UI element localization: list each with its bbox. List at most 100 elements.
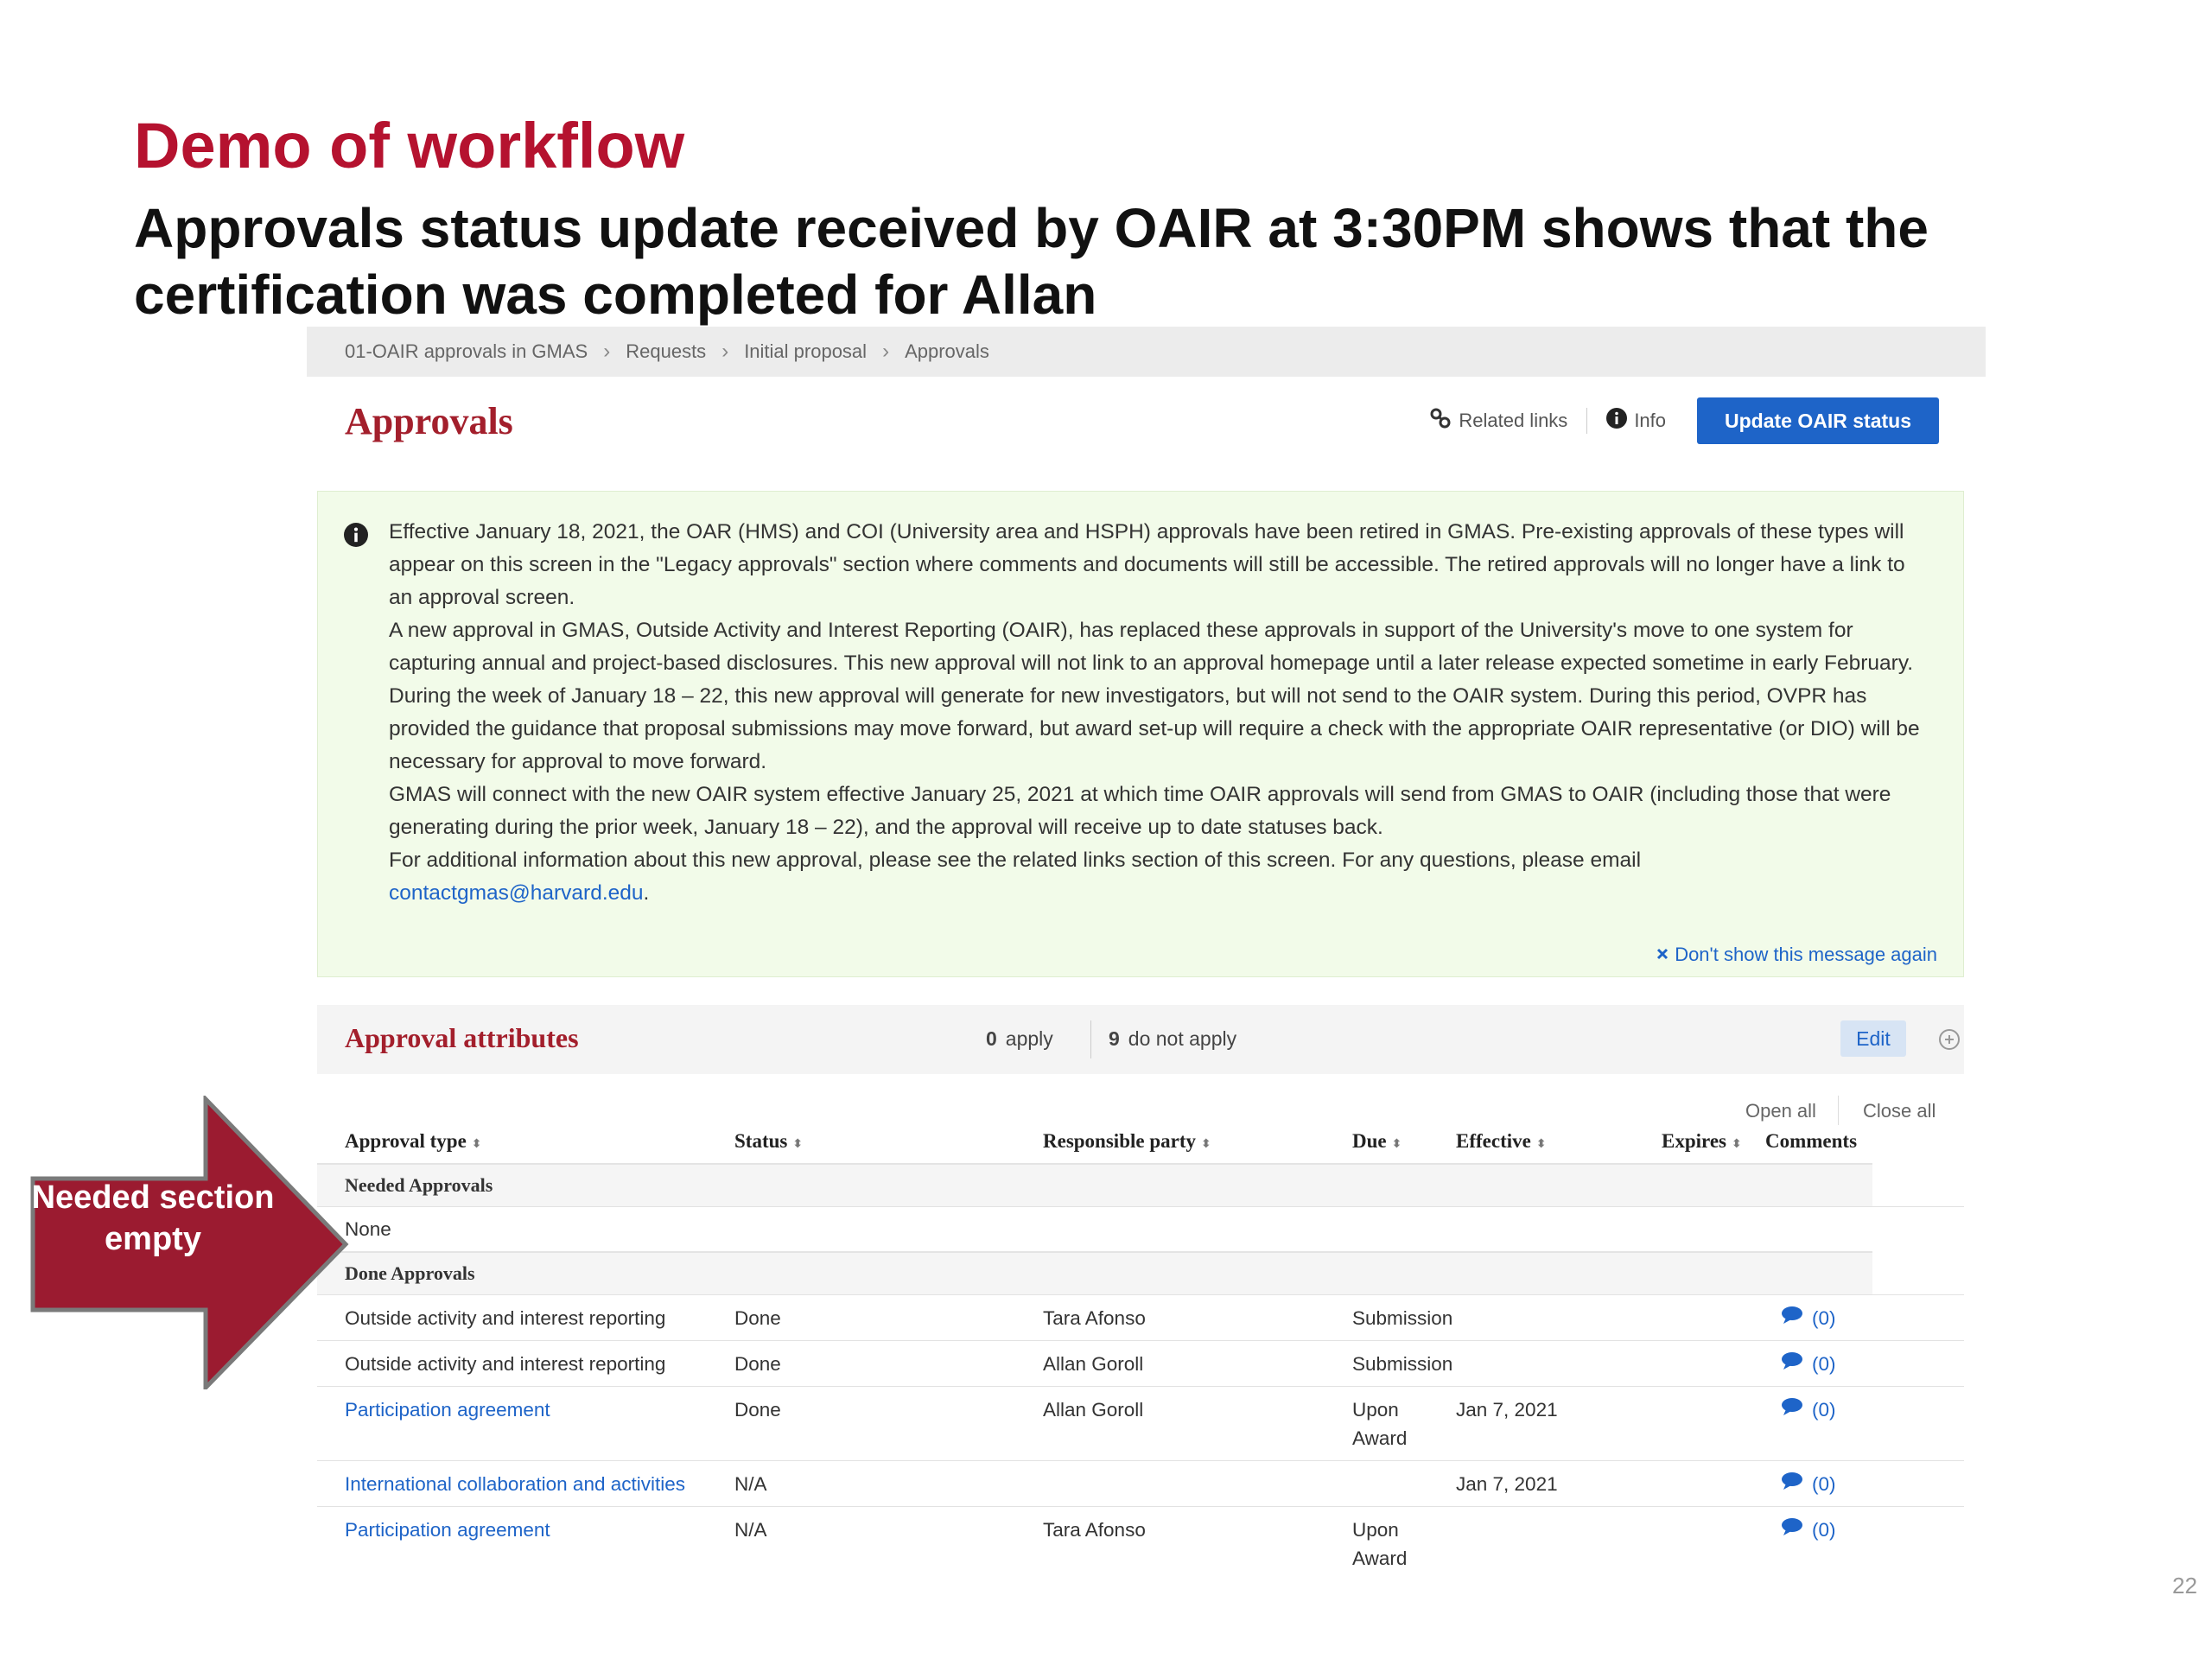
group-header-needed: Needed Approvals (317, 1163, 1872, 1206)
effective-text: Jan 7, 2021 (1456, 1399, 1558, 1421)
column-header-responsible-party[interactable]: Responsible party ⬍ (1043, 1130, 1211, 1153)
table-row: Outside activity and interest reporting … (317, 1340, 1964, 1386)
comments-link[interactable]: (0) (1781, 1304, 1836, 1332)
sort-icon: ⬍ (1391, 1137, 1402, 1151)
approval-type-link[interactable]: Participation agreement (345, 1516, 550, 1544)
comment-bubble-icon (1781, 1516, 1803, 1544)
approval-type-text: Outside activity and interest reporting (345, 1307, 666, 1329)
contact-email-link[interactable]: contactgmas@harvard.edu (389, 881, 644, 905)
breadcrumb-item[interactable]: 01-OAIR approvals in GMAS (345, 340, 588, 363)
chevron-right-icon: › (603, 340, 611, 363)
info-button[interactable]: Info (1606, 408, 1666, 434)
comments-count: (0) (1812, 1399, 1836, 1421)
breadcrumb-item-current: Approvals (905, 340, 989, 362)
chevron-right-icon: › (882, 340, 890, 363)
approval-type-link[interactable]: International collaboration and activiti… (345, 1470, 685, 1498)
responsible-party-text: Tara Afonso (1043, 1307, 1146, 1329)
status-text: N/A (734, 1473, 767, 1495)
update-oair-status-button[interactable]: Update OAIR status (1697, 397, 1939, 444)
info-icon (1606, 408, 1628, 434)
column-header-label: Expires (1662, 1130, 1726, 1152)
column-header-due[interactable]: Due ⬍ (1352, 1130, 1402, 1153)
slide-subtitle: Approvals status update received by OAIR… (134, 197, 1929, 326)
related-links-label: Related links (1459, 410, 1568, 431)
approval-attributes-title: Approval attributes (345, 1022, 579, 1053)
chevron-right-icon: › (721, 340, 729, 363)
table-row-empty: None (317, 1206, 1964, 1251)
responsible-party-text: Allan Goroll (1043, 1399, 1144, 1421)
sort-icon: ⬍ (1535, 1137, 1547, 1151)
comments-link[interactable]: (0) (1781, 1350, 1836, 1378)
sort-icon: ⬍ (471, 1137, 482, 1151)
column-header-label: Effective (1456, 1130, 1531, 1152)
breadcrumb: 01-OAIR approvals in GMAS › Requests › I… (307, 327, 1986, 377)
expand-circle-icon[interactable] (1938, 1028, 1961, 1055)
effective-text: Jan 7, 2021 (1456, 1473, 1558, 1495)
notice-paragraph: A new approval in GMAS, Outside Activity… (389, 619, 1914, 675)
breadcrumb-item[interactable]: Initial proposal (744, 340, 867, 363)
comments-count: (0) (1812, 1307, 1836, 1329)
column-header-approval-type[interactable]: Approval type ⬍ (345, 1130, 482, 1153)
column-header-expires[interactable]: Expires ⬍ (1662, 1130, 1742, 1153)
notice-text: Effective January 18, 2021, the OAR (HMS… (389, 516, 1927, 910)
table-row: International collaboration and activiti… (317, 1460, 1964, 1506)
notice-paragraph: Effective January 18, 2021, the OAR (HMS… (389, 520, 1905, 609)
due-text: Submission (1352, 1307, 1453, 1329)
dismiss-label: Don't show this message again (1675, 944, 1937, 965)
page-title: Approvals (345, 400, 513, 442)
apply-count-label: apply (1005, 1027, 1053, 1050)
column-header-status[interactable]: Status ⬍ (734, 1130, 803, 1153)
open-all-link[interactable]: Open all (1745, 1100, 1816, 1122)
notice-paragraph: During the week of January 18 – 22, this… (389, 684, 1920, 773)
divider (1586, 408, 1588, 434)
approval-type-link[interactable]: Participation agreement (345, 1395, 550, 1424)
notice-paragraph: GMAS will connect with the new OAIR syst… (389, 783, 1891, 839)
link-icon (1429, 407, 1452, 435)
comment-bubble-icon (1781, 1304, 1803, 1332)
status-text: N/A (734, 1519, 767, 1541)
related-links-button[interactable]: Related links (1429, 407, 1567, 435)
column-header-effective[interactable]: Effective ⬍ (1456, 1130, 1547, 1153)
status-text: Done (734, 1399, 781, 1421)
column-header-label: Status (734, 1130, 788, 1152)
sort-icon: ⬍ (1201, 1137, 1211, 1151)
column-header-label: Due (1352, 1130, 1387, 1152)
notice-panel: Effective January 18, 2021, the OAR (HMS… (317, 491, 1964, 977)
page-number: 22 (2172, 1573, 2197, 1599)
group-header-done: Done Approvals (317, 1251, 1872, 1294)
due-text: Upon Award (1352, 1399, 1408, 1449)
due-text: Submission (1352, 1353, 1453, 1375)
apply-count-value: 0 (986, 1027, 997, 1050)
edit-attributes-button[interactable]: Edit (1840, 1020, 1906, 1057)
comments-link[interactable]: (0) (1781, 1516, 1836, 1544)
close-all-link[interactable]: Close all (1863, 1100, 1936, 1122)
comments-link[interactable]: (0) (1781, 1395, 1836, 1424)
table-row: Participation agreement N/A Tara Afonso … (317, 1506, 1964, 1580)
comment-bubble-icon (1781, 1470, 1803, 1498)
breadcrumb-item[interactable]: Requests (626, 340, 706, 363)
approval-attributes-bar: Approval attributes 0 apply 9 do not apply… (317, 1005, 1964, 1074)
dismiss-message-link[interactable]: Don't show this message again (1656, 944, 1937, 966)
divider (1838, 1096, 1839, 1125)
not-apply-count-value: 9 (1109, 1027, 1120, 1050)
sort-icon: ⬍ (792, 1137, 804, 1151)
column-header-label: Responsible party (1043, 1130, 1196, 1152)
column-header-comments: Comments (1765, 1130, 1858, 1152)
table-row: Participation agreement Done Allan Gorol… (317, 1386, 1964, 1460)
notice-paragraph: For additional information about this ne… (389, 849, 1642, 872)
callout-text: Needed section empty (31, 1179, 275, 1257)
comments-count: (0) (1812, 1353, 1836, 1375)
table-row: Outside activity and interest reporting … (317, 1294, 1964, 1340)
status-text: Done (734, 1353, 781, 1375)
header-actions: Related links Info Update OAIR status (1429, 397, 1939, 444)
approval-type-text: Outside activity and interest reporting (345, 1353, 666, 1375)
due-text: Upon Award (1352, 1519, 1408, 1569)
responsible-party-text: Tara Afonso (1043, 1519, 1146, 1541)
comments-count: (0) (1812, 1519, 1836, 1541)
not-apply-count: 9 do not apply (1109, 1027, 1236, 1051)
comments-link[interactable]: (0) (1781, 1470, 1836, 1498)
info-label: Info (1634, 410, 1667, 431)
not-apply-count-label: do not apply (1128, 1027, 1237, 1050)
email-suffix: . (643, 881, 650, 905)
column-header-label: Approval type (345, 1130, 467, 1152)
